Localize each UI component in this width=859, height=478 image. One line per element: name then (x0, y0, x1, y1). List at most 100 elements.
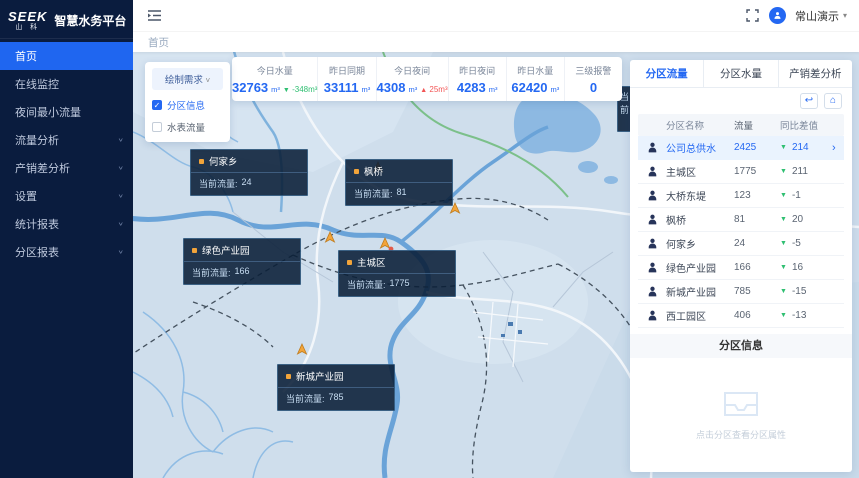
zone-icon (638, 309, 666, 322)
triangle-up-icon: ▲ (420, 87, 427, 94)
sidebar-item-label: 夜间最小流量 (15, 104, 81, 120)
stat-yesterday-same-period: 昨日同期 33111m³ (318, 57, 376, 101)
triangle-down-icon: ▼ (780, 216, 787, 223)
zone-icon (638, 261, 666, 274)
table-row[interactable]: 公司总供水 2425 ▼214 › (638, 136, 844, 160)
triangle-down-icon: ▼ (780, 144, 787, 151)
logo-subtext: 山 科 (15, 24, 40, 31)
column-flow: 流量 (734, 118, 780, 132)
table-row[interactable]: 何家乡 24 ▼-5 (638, 232, 844, 256)
sidebar-item-zone-reports[interactable]: 分区报表 ˅ (0, 238, 133, 266)
stat-level3-alarm: 三级报警 0 (565, 57, 622, 101)
zone-info-section-title: 分区信息 (630, 334, 852, 358)
logo-mark: SEEK 山 科 (8, 10, 47, 31)
orange-dot-icon (199, 159, 204, 164)
home-icon[interactable]: ⌂ (824, 93, 842, 109)
layer-option-meter-flow[interactable]: 水表流量 (152, 120, 223, 134)
breadcrumb[interactable]: 首页 (148, 35, 169, 50)
stat-label: 三级报警 (575, 64, 611, 77)
sidebar: SEEK 山 科 智慧水务平台 首页 在线监控 夜间最小流量 流量分析˅ 产销差… (0, 0, 133, 478)
triangle-down-icon: ▼ (780, 192, 787, 199)
sidebar-item-nrw-analysis[interactable]: 产销差分析˅ (0, 154, 133, 182)
fullscreen-icon[interactable] (746, 9, 760, 23)
orange-dot-icon (192, 248, 197, 253)
table-header: 分区名称 流量 同比差值 (638, 114, 844, 136)
sidebar-item-label: 设置 (15, 188, 37, 204)
checkbox-unchecked-icon[interactable] (152, 122, 162, 132)
caret-down-icon: ▾ (843, 11, 847, 20)
checkbox-checked-icon[interactable]: ✓ (152, 100, 162, 110)
sidebar-item-online-monitoring[interactable]: 在线监控 (0, 70, 133, 98)
logo-text: SEEK (8, 10, 47, 23)
sidebar-collapse-icon[interactable] (147, 9, 163, 23)
avatar[interactable] (769, 7, 786, 24)
user-name: 常山演示 (795, 8, 839, 24)
chevron-down-icon: ˅ (118, 220, 123, 227)
stat-value: 33111 (324, 80, 359, 95)
stat-value: 32763 (232, 80, 268, 95)
zone-icon (638, 189, 666, 202)
top-header: 常山演示 ▾ (133, 0, 859, 32)
sidebar-item-label: 流量分析 (15, 132, 59, 148)
map-layer-control: 绘制需求 ˅ ✓ 分区信息 水表流量 (145, 62, 230, 142)
map-tooltip-main-city[interactable]: 主城区 当前流量:1775 (338, 250, 456, 297)
chevron-down-icon: ˅ (118, 192, 123, 199)
sidebar-item-label: 首页 (15, 48, 37, 64)
layer-option-zone-info[interactable]: ✓ 分区信息 (152, 98, 223, 112)
caret-down-icon: ˅ (205, 76, 210, 85)
tab-zone-volume[interactable]: 分区水量 (704, 60, 778, 87)
sidebar-item-label: 统计报表 (15, 216, 59, 232)
table-row[interactable]: 新城产业园 785 ▼-15 (638, 280, 844, 304)
stats-card: 今日水量 32763 m³ ▼ -348m³ 昨日同期 33111m³ 今日夜间… (232, 57, 622, 101)
stat-label: 昨日水量 (517, 64, 553, 77)
panel-toolbar: ↩ ⌂ (630, 88, 852, 114)
column-zone-name: 分区名称 (666, 118, 734, 132)
table-row[interactable]: 大桥东堤 123 ▼-1 (638, 184, 844, 208)
chevron-right-icon: › (832, 142, 844, 154)
map-tooltip-fengqiao[interactable]: 枫桥 当前流量:81 (345, 159, 453, 206)
table-row[interactable]: 绿色产业园 166 ▼16 (638, 256, 844, 280)
map-area: 今日水量 32763 m³ ▼ -348m³ 昨日同期 33111m³ 今日夜间… (133, 52, 859, 478)
sidebar-item-night-min-flow[interactable]: 夜间最小流量 (0, 98, 133, 126)
sidebar-item-label: 在线监控 (15, 76, 59, 92)
zone-icon (638, 141, 666, 154)
undo-icon[interactable]: ↩ (800, 93, 818, 109)
table-row[interactable]: 主城区 1775 ▼211 (638, 160, 844, 184)
zone-icon (638, 285, 666, 298)
stat-label: 昨日同期 (329, 64, 365, 77)
stat-today-night: 今日夜间 4308 m³ ▲ 25m³ (377, 57, 449, 101)
app-logo: SEEK 山 科 智慧水务平台 (0, 0, 133, 38)
triangle-down-icon: ▼ (283, 87, 290, 94)
tab-zone-flow[interactable]: 分区流量 (630, 60, 704, 87)
empty-inbox-icon (721, 389, 761, 419)
stat-label: 今日夜间 (394, 64, 430, 77)
draw-demand-dropdown[interactable]: 绘制需求 ˅ (152, 68, 223, 90)
map-tooltip-green-industrial-park[interactable]: 绿色产业园 当前流量:166 (183, 238, 301, 285)
chevron-down-icon: ˅ (118, 248, 123, 255)
table-row[interactable]: 西工园区 406 ▼-13 (638, 304, 844, 328)
orange-dot-icon (354, 169, 359, 174)
empty-state-text: 点击分区查看分区属性 (696, 428, 786, 441)
map-tooltip-hejiaxiang[interactable]: 何家乡 当前流量:24 (190, 149, 308, 196)
column-yoy-diff: 同比差值 (780, 118, 832, 132)
stat-label: 今日水量 (257, 64, 293, 77)
zone-panel: 分区流量 分区水量 产销差分析 ↩ ⌂ 分区名称 流量 同比差值 公司总供水 2… (630, 60, 852, 472)
orange-dot-icon (286, 374, 291, 379)
table-row[interactable]: 枫桥 81 ▼20 (638, 208, 844, 232)
stat-today-volume: 今日水量 32763 m³ ▼ -348m³ (232, 57, 318, 101)
sidebar-item-home[interactable]: 首页 (0, 42, 133, 70)
user-menu[interactable]: 常山演示 ▾ (795, 8, 847, 24)
zone-icon (638, 213, 666, 226)
stat-unit: m³ (361, 85, 370, 94)
sidebar-item-label: 分区报表 (15, 244, 59, 260)
sidebar-item-flow-analysis[interactable]: 流量分析˅ (0, 126, 133, 154)
map-tooltip-new-city-industrial-park[interactable]: 新城产业园 当前流量:785 (277, 364, 395, 411)
stat-unit: m³ (271, 85, 280, 94)
sidebar-item-settings[interactable]: 设置 ˅ (0, 182, 133, 210)
stat-unit: m³ (408, 85, 417, 94)
sidebar-item-statistic-reports[interactable]: 统计报表 ˅ (0, 210, 133, 238)
tab-nrw-analysis[interactable]: 产销差分析 (779, 60, 852, 87)
breadcrumb-bar: 首页 (133, 32, 859, 52)
triangle-down-icon: ▼ (780, 312, 787, 319)
zone-info-empty-state: 点击分区查看分区属性 (630, 358, 852, 472)
